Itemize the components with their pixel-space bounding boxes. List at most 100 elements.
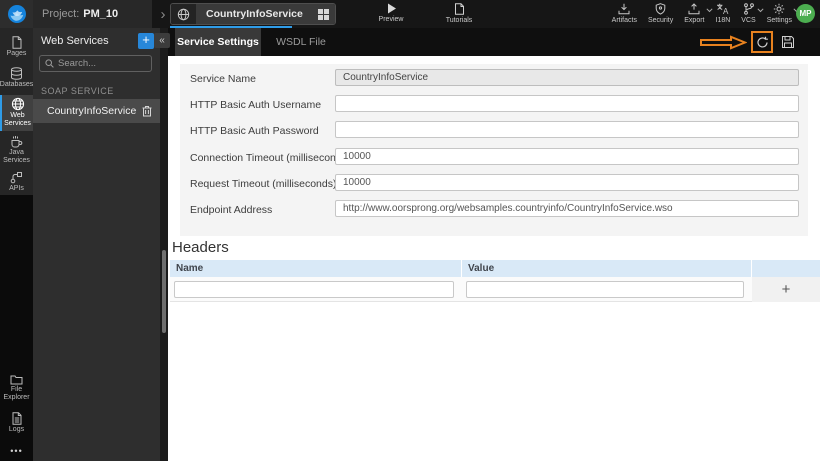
connector-icon — [10, 171, 23, 184]
form-row: Endpoint Address — [180, 200, 808, 218]
sidebar-item-web-services[interactable]: Web Services — [0, 95, 33, 131]
tutorials-button[interactable]: Tutorials — [436, 3, 482, 24]
panel-divider — [160, 28, 168, 461]
form-row: Service Name — [180, 69, 808, 87]
security-label: Security — [647, 17, 674, 24]
rail-label: Java Services — [3, 149, 30, 165]
request-timeout-field[interactable] — [335, 174, 799, 191]
http-basic-auth-password-field[interactable] — [335, 121, 799, 138]
service-name: CountryInfoService — [47, 105, 137, 117]
field-label: HTTP Basic Auth Username — [190, 99, 322, 111]
headers-table-header: Name Value — [170, 260, 820, 277]
form-row: Request Timeout (milliseconds) — [180, 174, 808, 192]
scrollbar-thumb[interactable] — [162, 250, 166, 333]
save-button[interactable] — [779, 33, 797, 51]
settings-button[interactable]: Settings — [766, 3, 800, 24]
collapse-panel-button[interactable]: « — [154, 33, 170, 48]
app-window: Project: PM_10 › CountryInfoService Prev… — [0, 0, 820, 461]
security-button[interactable]: Security — [648, 3, 673, 24]
play-icon — [386, 3, 397, 14]
sidebar-item-logs[interactable]: Logs — [0, 410, 33, 436]
project-name: PM_10 — [83, 8, 119, 20]
header-value-cell — [462, 277, 752, 302]
field-label: Request Timeout (milliseconds) — [190, 178, 337, 190]
field-label: Service Name — [190, 73, 256, 85]
document-tab-countryinfoservice[interactable]: CountryInfoService — [170, 3, 336, 25]
http-basic-auth-username-field[interactable] — [335, 95, 799, 112]
wavemaker-logo-icon — [7, 4, 27, 24]
database-icon — [10, 67, 23, 80]
artifacts-button[interactable]: Artifacts — [612, 3, 637, 24]
log-file-icon — [11, 412, 23, 425]
preview-label: Preview — [378, 16, 404, 23]
language-icon: A — [716, 3, 729, 15]
rail-label: Pages — [6, 50, 27, 57]
topbar-tools: Artifacts Security Export A I18N VCS Set… — [612, 3, 800, 24]
column-header-value: Value — [462, 260, 752, 277]
table-row: + — [170, 276, 820, 302]
vcs-button[interactable]: VCS — [741, 3, 764, 24]
settings-label: Settings — [766, 17, 792, 24]
form-row: Connection Timeout (milliseconds) — [180, 148, 808, 166]
form-row: HTTP Basic Auth Username — [180, 95, 808, 113]
app-logo[interactable] — [0, 0, 33, 28]
svg-text:A: A — [723, 7, 729, 15]
preview-button[interactable]: Preview — [368, 3, 414, 23]
grid-icon[interactable] — [312, 4, 335, 24]
i18n-button[interactable]: A I18N — [715, 3, 731, 24]
service-name-field[interactable] — [335, 69, 799, 86]
trash-icon[interactable] — [142, 105, 160, 117]
headers-table: Name Value + — [170, 260, 820, 302]
folder-icon — [10, 374, 23, 385]
refresh-icon — [756, 36, 769, 49]
tab-service-settings[interactable]: Service Settings — [175, 28, 261, 56]
rail-label: APIs — [9, 185, 24, 192]
sidebar-item-apis[interactable]: APIs — [0, 169, 33, 195]
export-button[interactable]: Export — [684, 3, 713, 24]
i18n-label: I18N — [715, 17, 731, 24]
add-service-button[interactable]: + — [138, 33, 154, 49]
header-name-cell — [170, 277, 462, 302]
download-icon — [618, 3, 630, 15]
globe-icon — [11, 97, 25, 111]
sidebar-item-java-services[interactable]: Java Services — [0, 133, 33, 167]
tab-wsdl-file[interactable]: WSDL File — [268, 28, 334, 56]
web-services-panel: Web Services + SOAP SERVICE CountryInfoS… — [33, 28, 160, 461]
chevron-down-icon[interactable] — [757, 8, 764, 13]
header-action-cell: + — [752, 276, 820, 302]
sidebar-item-file-explorer[interactable]: File Explorer — [0, 372, 33, 406]
coffee-cup-icon — [10, 135, 23, 148]
chevron-down-icon[interactable] — [705, 8, 713, 13]
header-value-input[interactable] — [466, 280, 744, 298]
web-service-globe-icon — [171, 4, 196, 24]
project-label: Project: — [42, 8, 80, 20]
column-header-actions — [752, 260, 820, 277]
field-label: Connection Timeout (milliseconds) — [190, 152, 351, 164]
save-icon — [781, 35, 795, 49]
service-list-item-countryinfoservice[interactable]: CountryInfoService — [33, 99, 160, 123]
header-name-input[interactable] — [174, 280, 454, 298]
sidebar-item-databases[interactable]: Databases — [0, 65, 33, 91]
sidebar-item-pages[interactable]: Pages — [0, 34, 33, 60]
field-label: Endpoint Address — [190, 204, 273, 216]
reload-service-button[interactable] — [751, 31, 773, 53]
main-content: Service Settings WSDL File Service Name … — [168, 28, 820, 461]
user-avatar[interactable]: MP — [796, 4, 815, 23]
more-icon[interactable]: ••• — [0, 446, 33, 456]
add-header-row-button[interactable]: + — [752, 276, 820, 302]
upload-icon — [688, 3, 700, 15]
git-branch-icon — [743, 3, 755, 15]
editor-tab-bar: Service Settings WSDL File — [168, 28, 820, 56]
endpoint-address-field[interactable] — [335, 200, 799, 217]
shield-icon — [655, 3, 666, 15]
connection-timeout-field[interactable] — [335, 148, 799, 165]
search-input[interactable] — [58, 58, 138, 69]
headers-section-title: Headers — [172, 239, 229, 256]
project-selector[interactable]: Project: PM_10 — [33, 0, 152, 28]
search-icon — [45, 59, 54, 68]
rail-label: Logs — [8, 426, 25, 433]
column-header-name: Name — [170, 260, 462, 277]
page-icon — [11, 36, 23, 49]
panel-title: Web Services — [41, 35, 109, 47]
artifacts-label: Artifacts — [611, 17, 637, 24]
